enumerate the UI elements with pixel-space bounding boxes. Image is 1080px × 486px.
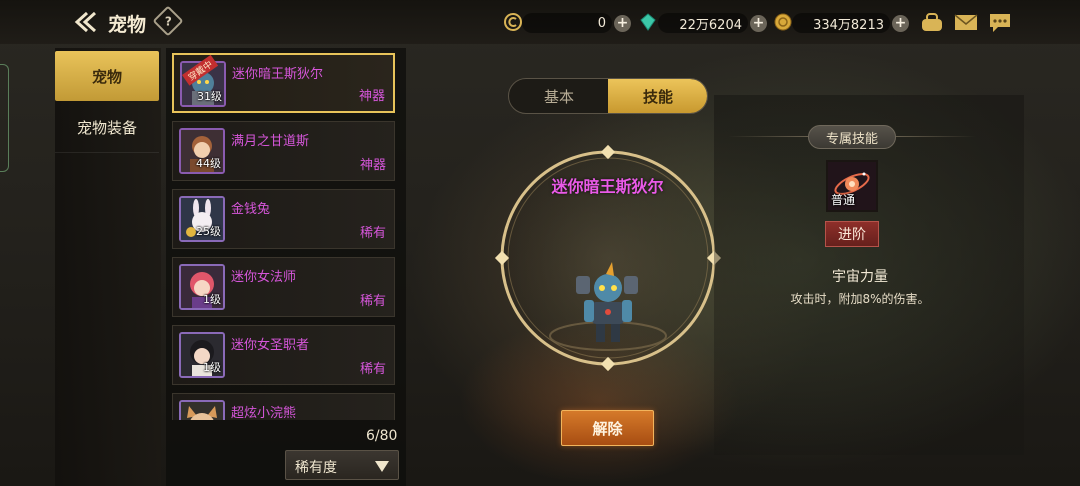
skill-description: 攻击时，附加8%的伤害。	[790, 292, 930, 306]
pet-portrait: 44级	[179, 128, 225, 174]
pet-level: 1级	[203, 361, 221, 374]
detail-tabs: 基本 技能	[508, 78, 708, 114]
pet-name: 超炫小浣熊	[231, 406, 297, 420]
help-icon: ?	[164, 14, 172, 28]
currency-gems: 22万6204 +	[658, 13, 767, 33]
top-bar: 宠物 ? 0 + 22万6204 + 334万8213 +	[0, 0, 1080, 44]
pet-name: 迷你暗王斯狄尔	[232, 67, 324, 82]
chat-icon[interactable]	[988, 12, 1012, 33]
sort-selected-value: 稀有度	[295, 460, 337, 476]
pet-rarity: 神器	[358, 89, 385, 104]
skill-name: 宇宙力量	[832, 269, 888, 285]
coin-c-icon	[504, 13, 522, 31]
pet-name: 金钱兔	[231, 202, 271, 217]
divider-left	[728, 136, 808, 137]
pet-list-item[interactable]: 1级 迷你女圣职者 稀有	[172, 325, 395, 385]
currency-gold: 334万8213 +	[792, 13, 909, 33]
exclusive-skill-label: 专属技能	[808, 125, 896, 149]
currency-coins-value: 0	[522, 13, 612, 33]
pet-count: 6/80	[366, 428, 398, 444]
release-button[interactable]: 解除	[561, 410, 654, 446]
skill-icon-button[interactable]: 普通	[826, 160, 878, 212]
add-coins-button[interactable]: +	[614, 14, 631, 32]
pet-sprite-icon[interactable]	[566, 262, 650, 346]
pet-name: 满月之甘道斯	[231, 134, 310, 149]
category-pet-equipment[interactable]: 宠物装备	[55, 103, 159, 153]
pet-rarity: 稀有	[359, 362, 386, 377]
pet-list-item[interactable]: 1级 迷你女法师 稀有	[172, 257, 395, 317]
back-arrow-icon	[74, 11, 97, 33]
pet-list-item[interactable]: 超炫小浣熊	[172, 393, 395, 420]
pet-name: 迷你女法师	[231, 270, 297, 285]
add-gems-button[interactable]: +	[750, 14, 767, 32]
help-button[interactable]: ?	[152, 5, 184, 37]
pet-list-item[interactable]: 25级 金钱兔 稀有	[172, 189, 395, 249]
pet-list[interactable]: 31级 穿戴中 迷你暗王斯狄尔 神器 44级 满月之甘道斯 神器 25级 金钱兔…	[172, 53, 396, 420]
pet-rarity: 稀有	[359, 226, 386, 241]
currency-gold-value: 334万8213	[792, 13, 890, 33]
pet-name: 迷你女圣职者	[231, 338, 310, 353]
pet-rarity: 神器	[359, 158, 386, 173]
divider-right	[896, 136, 976, 137]
pet-list-item[interactable]: 31级 穿戴中 迷你暗王斯狄尔 神器	[172, 53, 395, 113]
raccoon-portrait-icon	[181, 402, 223, 420]
skill-type: 普通	[831, 193, 856, 207]
pet-level: 31级	[197, 90, 222, 103]
tab-skill[interactable]: 技能	[608, 79, 707, 113]
tab-basic[interactable]: 基本	[509, 79, 609, 113]
page-title: 宠物	[108, 14, 147, 36]
currency-coins: 0 +	[522, 13, 631, 33]
pet-level: 1级	[203, 293, 221, 306]
add-gold-button[interactable]: +	[892, 14, 909, 32]
advance-skill-button[interactable]: 进阶	[825, 221, 879, 247]
selected-pet-name: 迷你暗王斯狄尔	[551, 177, 664, 196]
side-drawer-handle[interactable]	[0, 64, 9, 172]
sort-dropdown[interactable]: 稀有度	[285, 450, 399, 480]
pet-portrait	[179, 400, 225, 420]
pet-level: 25级	[196, 225, 221, 238]
pet-portrait: 25级	[179, 196, 225, 242]
gem-icon	[640, 13, 656, 31]
category-pets[interactable]: 宠物	[55, 51, 159, 101]
pet-rarity: 稀有	[359, 294, 386, 309]
pet-list-item[interactable]: 44级 满月之甘道斯 神器	[172, 121, 395, 181]
back-button[interactable]	[68, 8, 100, 36]
pet-level: 44级	[196, 157, 221, 170]
pet-portrait: 1级	[179, 264, 225, 310]
category-nav: 宠物 宠物装备	[55, 48, 161, 486]
gold-icon	[774, 13, 792, 31]
mail-icon[interactable]	[954, 14, 978, 31]
currency-gems-value: 22万6204	[658, 13, 748, 33]
bag-icon[interactable]	[920, 12, 944, 32]
pet-portrait: 1级	[179, 332, 225, 378]
dropdown-triangle-icon	[375, 461, 389, 472]
